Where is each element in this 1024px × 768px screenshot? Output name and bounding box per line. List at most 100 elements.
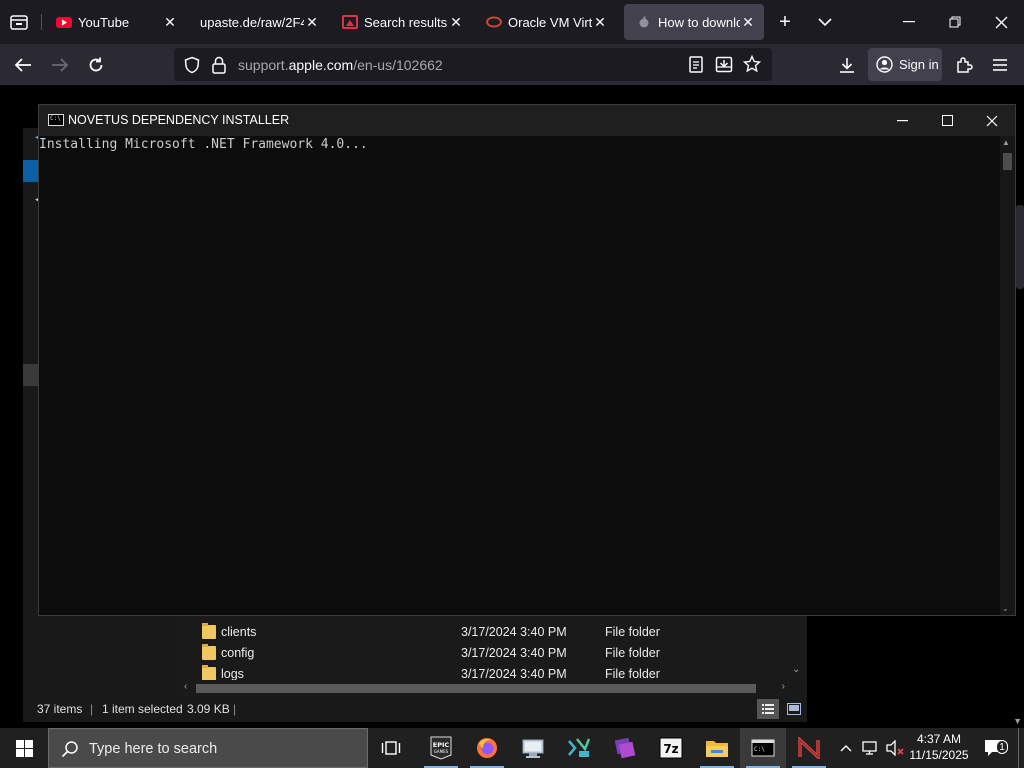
arrow-left-icon xyxy=(14,58,31,72)
minimize-icon xyxy=(903,21,915,23)
console-maximize-button[interactable] xyxy=(924,105,970,136)
taskbar-app-firefox[interactable] xyxy=(464,728,510,768)
scroll-left-icon[interactable]: ‹ xyxy=(184,681,187,692)
console-minimize-button[interactable] xyxy=(879,105,925,136)
taskbar-app-7zip[interactable]: 7z xyxy=(648,728,694,768)
scroll-down-icon[interactable]: ⌄ xyxy=(1002,604,1009,613)
save-to-pocket-icon[interactable] xyxy=(715,56,733,73)
downloads-button[interactable] xyxy=(834,52,860,78)
taskbar-app-novetus[interactable] xyxy=(786,728,832,768)
restore-button[interactable] xyxy=(932,0,978,44)
console-title: NOVETUS DEPENDENCY INSTALLER xyxy=(68,113,290,127)
selection-size: 3.09 KB xyxy=(187,702,230,716)
tracking-protection-icon[interactable] xyxy=(183,56,201,74)
firefox-view-icon[interactable] xyxy=(8,11,30,33)
list-item[interactable]: config 3/17/2024 3:40 PM File folder xyxy=(180,643,790,664)
reload-icon xyxy=(89,57,103,72)
file-name: logs xyxy=(221,667,244,680)
lock-icon[interactable] xyxy=(211,56,227,74)
bookmark-star-icon[interactable] xyxy=(743,55,761,73)
page-scrollbar[interactable] xyxy=(1016,205,1024,289)
volume-muted-icon xyxy=(886,740,904,756)
file-date: 3/17/2024 3:40 PM xyxy=(461,646,567,660)
taskbar-app-file-explorer[interactable] xyxy=(694,728,740,768)
close-icon xyxy=(995,16,1007,28)
large-icons-view-button[interactable] xyxy=(783,699,805,719)
network-icon xyxy=(862,741,877,755)
restore-icon xyxy=(949,16,961,28)
scroll-right-icon[interactable]: › xyxy=(782,681,785,692)
7zip-icon: 7z xyxy=(659,737,683,759)
console-close-button[interactable] xyxy=(969,105,1015,136)
close-tab-icon[interactable]: ✕ xyxy=(162,14,178,31)
tab-title: How to downloa xyxy=(658,14,740,30)
browser-tab-bar: YouTube ✕ upaste.de/raw/2F4 ✕ Search res… xyxy=(0,0,1024,44)
back-button[interactable] xyxy=(10,52,36,78)
close-tab-icon[interactable]: ✕ xyxy=(740,14,756,31)
network-tray-button[interactable] xyxy=(860,728,882,768)
close-tab-icon[interactable]: ✕ xyxy=(592,14,608,31)
svg-text:EPIC: EPIC xyxy=(433,741,450,749)
sign-in-label: Sign in xyxy=(899,57,939,72)
list-all-tabs-button[interactable] xyxy=(802,0,848,44)
svg-text:C:\: C:\ xyxy=(754,746,765,753)
console-title-bar[interactable]: NOVETUS DEPENDENCY INSTALLER xyxy=(39,105,1015,136)
close-tab-icon[interactable]: ✕ xyxy=(448,14,464,31)
extensions-button[interactable] xyxy=(951,52,977,78)
task-view-icon xyxy=(381,741,401,755)
show-desktop-button[interactable] xyxy=(1018,728,1024,768)
list-scroll-down-icon[interactable]: ⌄ xyxy=(792,664,800,675)
console-output[interactable]: Installing Microsoft .NET Framework 4.0.… xyxy=(39,136,1001,615)
horizontal-scrollbar[interactable]: ‹ › xyxy=(180,680,789,696)
page-scroll-down-icon[interactable]: ▼ xyxy=(1013,716,1022,726)
clock[interactable]: 4:37 AM 11/15/2025 xyxy=(905,731,973,763)
navigation-pane-selected-item[interactable] xyxy=(23,160,39,182)
console-scrollbar[interactable]: ▲ ⌄ xyxy=(1000,136,1015,615)
scroll-up-icon[interactable]: ▲ xyxy=(1002,138,1010,147)
list-item[interactable]: clients 3/17/2024 3:40 PM File folder xyxy=(180,622,790,643)
taskbar-app-console[interactable]: C:\ xyxy=(740,728,786,768)
taskbar-app-visual-studio[interactable] xyxy=(556,728,602,768)
show-hidden-icons-button[interactable] xyxy=(836,728,856,768)
reload-button[interactable] xyxy=(83,52,109,78)
app-menu-button[interactable] xyxy=(987,52,1013,78)
taskbar-search-box[interactable]: Type here to search xyxy=(48,728,368,768)
file-date: 3/17/2024 3:40 PM xyxy=(461,625,567,639)
media-icon xyxy=(342,15,358,29)
volume-tray-button[interactable] xyxy=(884,728,906,768)
reader-view-icon[interactable] xyxy=(688,56,704,73)
tab-separator xyxy=(41,14,42,30)
scrollbar-thumb[interactable] xyxy=(196,684,756,693)
novetus-icon xyxy=(798,737,820,759)
folder-icon xyxy=(202,644,216,660)
tab-search-results[interactable]: Search results fo ✕ xyxy=(330,4,472,40)
oracle-icon xyxy=(486,16,502,28)
task-view-button[interactable] xyxy=(368,728,414,768)
notification-center-button[interactable]: 1 xyxy=(978,728,1010,768)
large-icons-view-icon xyxy=(787,703,801,715)
start-button[interactable] xyxy=(0,728,48,768)
tab-youtube[interactable]: YouTube ✕ xyxy=(44,4,186,40)
list-item[interactable]: logs 3/17/2024 3:40 PM File folder xyxy=(180,664,790,680)
taskbar-app-remote-desktop[interactable] xyxy=(510,728,556,768)
search-icon xyxy=(61,741,78,758)
taskbar-app-winrar[interactable] xyxy=(602,728,648,768)
tab-apple-support[interactable]: How to downloa ✕ xyxy=(624,4,764,40)
chevron-down-icon xyxy=(818,18,832,27)
svg-text:GAMES: GAMES xyxy=(434,749,449,754)
close-tab-icon[interactable]: ✕ xyxy=(304,14,320,31)
taskbar-app-epic-games[interactable]: EPIC GAMES xyxy=(418,728,464,768)
minimize-button[interactable] xyxy=(886,0,932,44)
tab-upaste[interactable]: upaste.de/raw/2F4 ✕ xyxy=(186,4,328,40)
details-view-button[interactable] xyxy=(757,699,779,719)
navigation-pane-item[interactable] xyxy=(23,364,39,386)
status-divider: | xyxy=(90,702,94,716)
status-divider: | xyxy=(233,702,237,716)
close-icon xyxy=(986,115,998,126)
sign-in-button[interactable]: Sign in xyxy=(868,48,942,81)
forward-button[interactable] xyxy=(47,52,73,78)
address-bar[interactable]: support.apple.com/en-us/102662 xyxy=(174,48,772,81)
scrollbar-thumb[interactable] xyxy=(1003,153,1012,170)
tab-oracle-vm[interactable]: Oracle VM Virtu ✕ xyxy=(474,4,616,40)
close-window-button[interactable] xyxy=(978,0,1024,44)
